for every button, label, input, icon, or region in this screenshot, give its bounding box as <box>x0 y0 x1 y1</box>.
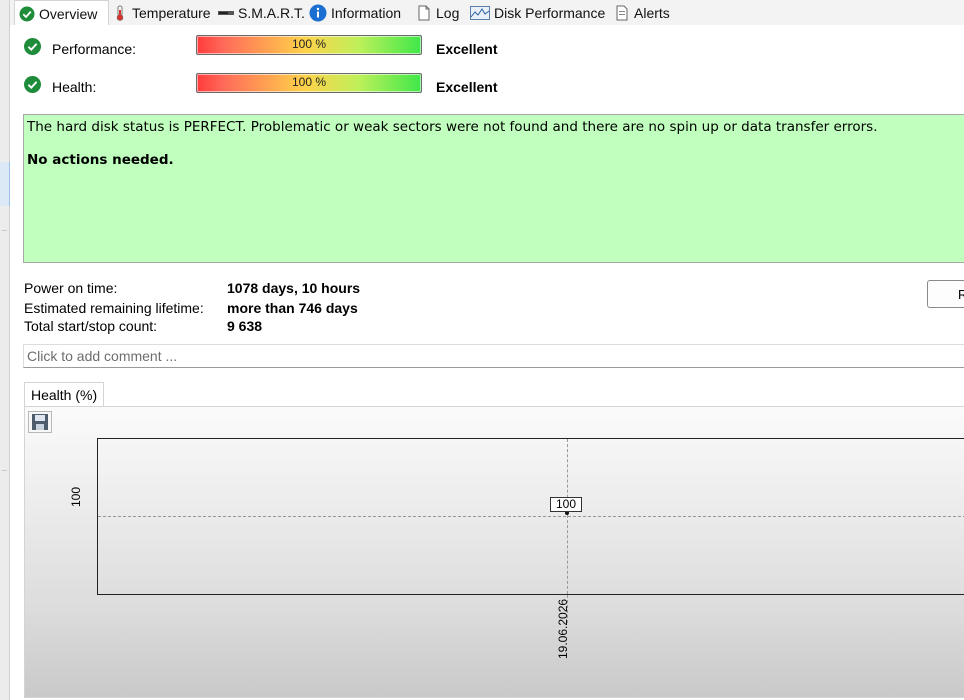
health-ok-icon <box>24 76 41 93</box>
alert-document-icon <box>614 5 630 21</box>
info-icon <box>309 4 327 22</box>
performance-percent: 100 % <box>291 37 327 51</box>
tab-strip: Overview Temperature S.M.A.R.T. Informat… <box>10 0 964 26</box>
overview-panel: Performance: 100 % Excellent Health: 100… <box>10 25 964 700</box>
tab-label: S.M.A.R.T. <box>238 5 305 21</box>
status-message-box: The hard disk status is PERFECT. Problem… <box>23 114 964 263</box>
power-on-value: 1078 days, 10 hours <box>227 280 361 296</box>
chart-gridline-vertical <box>567 439 568 594</box>
data-point-label: 100 <box>550 497 583 512</box>
left-panel-edge <box>0 0 10 700</box>
chart-tab-health[interactable]: Health (%) <box>24 382 105 406</box>
left-panel-selected-item[interactable] <box>0 162 10 206</box>
tab-label: Information <box>331 5 402 21</box>
tab-disk-performance[interactable]: Disk Performance <box>466 2 609 24</box>
tab-label: Overview <box>39 5 98 22</box>
document-icon <box>416 5 432 21</box>
health-chart-area: Health (%) 100 19.06.2026 100 <box>24 380 964 700</box>
lifetime-label: Estimated remaining lifetime: <box>24 300 204 316</box>
startstop-value: 9 638 <box>227 318 263 334</box>
chart-icon <box>470 5 490 21</box>
power-on-label: Power on time: <box>24 280 118 296</box>
chart-frame: 100 19.06.2026 100 <box>24 406 964 698</box>
tab-label: Alerts <box>634 5 670 21</box>
lifetime-value: more than 746 days <box>227 300 358 316</box>
health-label: Health: <box>52 79 97 95</box>
tab-overview[interactable]: Overview <box>14 0 109 26</box>
side-action-button[interactable]: R <box>927 280 964 308</box>
status-message-text: The hard disk status is PERFECT. Problem… <box>27 119 878 135</box>
status-message-action: No actions needed. <box>27 152 174 168</box>
x-tick-label: 19.06.2026 <box>556 598 570 659</box>
tab-alerts[interactable]: Alerts <box>610 2 674 24</box>
save-chart-button[interactable] <box>28 411 52 433</box>
health-percent: 100 % <box>291 75 327 89</box>
tab-smart[interactable]: S.M.A.R.T. <box>214 2 309 24</box>
performance-bar: 100 % <box>196 35 422 55</box>
check-circle-icon <box>19 6 35 22</box>
comment-input[interactable]: Click to add comment ... <box>23 344 964 368</box>
left-panel-divider <box>2 230 7 231</box>
tab-label: Disk Performance <box>494 5 606 21</box>
health-rating: Excellent <box>436 79 498 95</box>
save-icon <box>32 414 48 430</box>
tab-temperature[interactable]: Temperature <box>108 2 215 24</box>
thermometer-icon <box>112 5 128 21</box>
chart-plot-area <box>97 438 964 595</box>
left-panel-divider <box>2 470 7 471</box>
performance-ok-icon <box>24 38 41 55</box>
disk-icon <box>218 5 234 21</box>
tab-information[interactable]: Information <box>305 2 405 24</box>
tab-label: Temperature <box>132 5 211 21</box>
tab-log[interactable]: Log <box>412 2 463 24</box>
tab-label: Log <box>436 5 460 21</box>
chart-gridline-horizontal <box>98 516 964 517</box>
y-tick-label: 100 <box>69 486 83 507</box>
performance-rating: Excellent <box>436 41 498 57</box>
health-bar: 100 % <box>196 73 422 93</box>
performance-label: Performance: <box>52 41 137 57</box>
startstop-label: Total start/stop count: <box>24 318 158 334</box>
